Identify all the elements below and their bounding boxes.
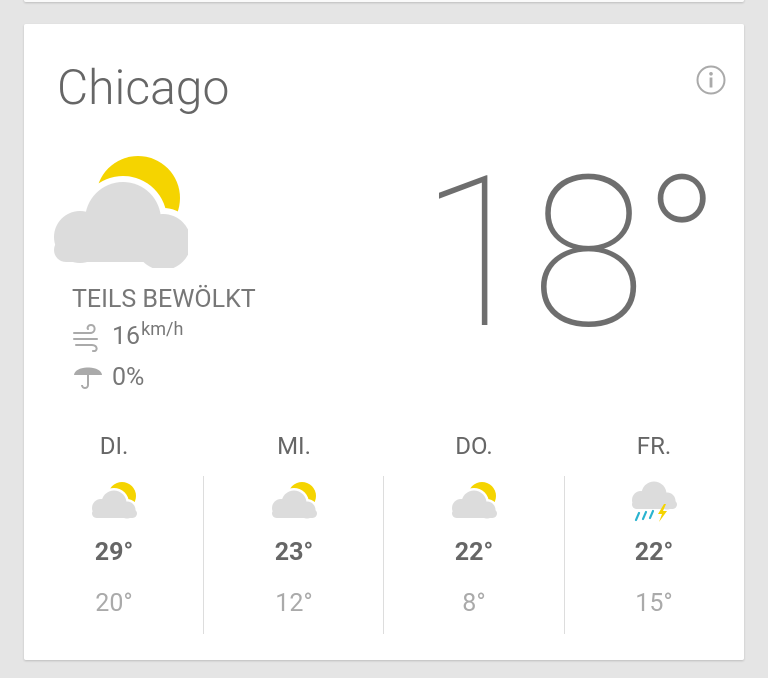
forecast-day-name: DI. (99, 432, 129, 460)
previous-card-edge (24, 0, 744, 2)
thunderstorm-icon (624, 474, 684, 524)
forecast-day-name: MI. (277, 432, 311, 460)
forecast-high: 22° (634, 538, 674, 567)
forecast-day[interactable]: DI. 29° 20° (24, 424, 204, 644)
condition-text: TEILS BEWÖLKT (72, 285, 256, 314)
forecast-high: 29° (94, 538, 134, 567)
weather-card[interactable]: Chicago 18° TEILS BEWÖLKT 16 km/h 0% DI.… (24, 24, 744, 660)
partly-cloudy-icon (48, 156, 197, 276)
forecast-day-name: FR. (636, 432, 672, 460)
forecast-low: 20° (95, 589, 133, 618)
wind-icon (72, 322, 104, 356)
wind-info: 16 km/h (72, 319, 184, 353)
city-name: Chicago (57, 59, 230, 116)
partly-cloudy-icon (444, 474, 504, 524)
umbrella-icon (72, 360, 104, 394)
forecast-low: 8° (462, 589, 486, 618)
forecast-low: 12° (275, 589, 313, 618)
precipitation-value: 0% (112, 362, 145, 392)
forecast-day-name: DO. (455, 432, 493, 460)
forecast-day[interactable]: MI. 23° 12° (204, 424, 384, 644)
current-temperature: 18° (419, 131, 722, 377)
partly-cloudy-icon (264, 474, 324, 524)
precipitation-info: 0% (72, 362, 144, 392)
forecast-low: 15° (635, 589, 673, 618)
partly-cloudy-icon (84, 474, 144, 524)
forecast-high: 22° (454, 538, 494, 567)
forecast: DI. 29° 20° MI. 23° 12° DO. 22° 8° FR. 2… (24, 424, 744, 644)
forecast-day[interactable]: FR. 22° 15° (564, 424, 744, 644)
wind-unit: km/h (141, 319, 184, 340)
info-icon[interactable] (696, 65, 726, 95)
wind-speed: 16 (112, 322, 141, 351)
forecast-day[interactable]: DO. 22° 8° (384, 424, 564, 644)
forecast-high: 23° (274, 538, 314, 567)
